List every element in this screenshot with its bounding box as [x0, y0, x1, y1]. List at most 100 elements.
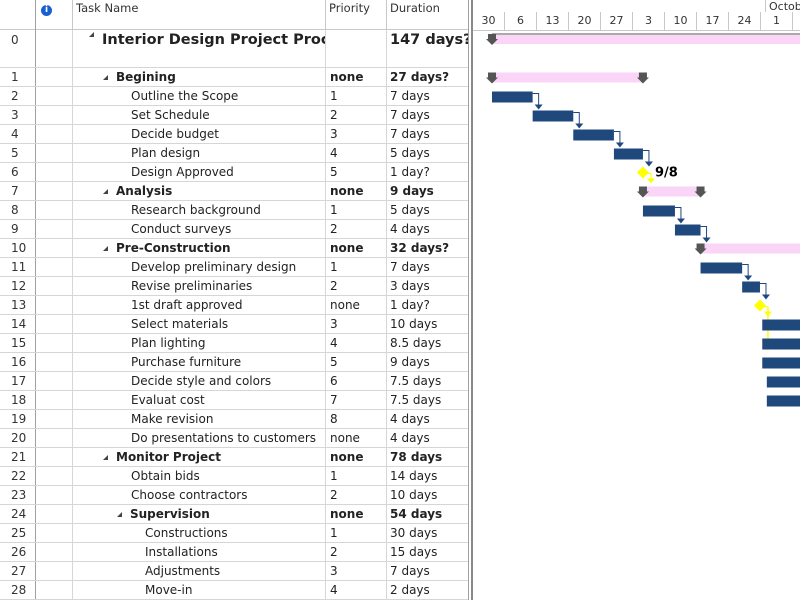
- task-name[interactable]: Decide budget: [73, 125, 326, 143]
- task-name[interactable]: Interior Design Project Process: [73, 30, 326, 67]
- task-name[interactable]: Decide style and colors: [73, 372, 326, 390]
- task-duration[interactable]: 1 day?: [387, 296, 468, 314]
- task-name[interactable]: Analysis: [73, 182, 326, 200]
- task-priority[interactable]: [326, 30, 387, 67]
- task-duration[interactable]: 8.5 days: [387, 334, 468, 352]
- task-priority[interactable]: none: [326, 68, 387, 86]
- task-priority[interactable]: none: [326, 296, 387, 314]
- task-row[interactable]: 11 Develop preliminary design 1 7 days: [0, 258, 468, 277]
- task-name[interactable]: Plan design: [73, 144, 326, 162]
- task-duration[interactable]: 9 days: [387, 182, 468, 200]
- task-priority[interactable]: 4: [326, 334, 387, 352]
- task-row[interactable]: 4 Decide budget 3 7 days: [0, 125, 468, 144]
- task-priority[interactable]: none: [326, 429, 387, 447]
- task-priority[interactable]: 1: [326, 87, 387, 105]
- task-row[interactable]: 7 Analysis none 9 days: [0, 182, 468, 201]
- task-duration[interactable]: 2 days: [387, 581, 468, 599]
- task-row[interactable]: 8 Research background 1 5 days: [0, 201, 468, 220]
- task-row[interactable]: 13 1st draft approved none 1 day?: [0, 296, 468, 315]
- task-priority[interactable]: 3: [326, 315, 387, 333]
- task-row[interactable]: 12 Revise preliminaries 2 3 days: [0, 277, 468, 296]
- task-name[interactable]: 1st draft approved: [73, 296, 326, 314]
- task-priority[interactable]: 4: [326, 144, 387, 162]
- task-duration[interactable]: 1 day?: [387, 163, 468, 181]
- task-row[interactable]: 16 Purchase furniture 5 9 days: [0, 353, 468, 372]
- task-priority[interactable]: none: [326, 182, 387, 200]
- task-priority[interactable]: 2: [326, 220, 387, 238]
- task-row[interactable]: 28 Move-in 4 2 days: [0, 581, 468, 600]
- task-duration[interactable]: 7 days: [387, 106, 468, 124]
- header-id[interactable]: [0, 0, 36, 30]
- task-duration[interactable]: 4 days: [387, 220, 468, 238]
- task-duration[interactable]: 15 days: [387, 543, 468, 561]
- task-name[interactable]: Plan lighting: [73, 334, 326, 352]
- collapse-icon[interactable]: [117, 511, 122, 517]
- task-priority[interactable]: 5: [326, 163, 387, 181]
- collapse-icon[interactable]: [89, 32, 94, 37]
- header-duration[interactable]: Duration: [387, 0, 468, 30]
- task-duration[interactable]: 10 days: [387, 315, 468, 333]
- task-duration[interactable]: 27 days?: [387, 68, 468, 86]
- task-name[interactable]: Begining: [73, 68, 326, 86]
- task-duration[interactable]: 7 days: [387, 87, 468, 105]
- task-duration[interactable]: 7.5 days: [387, 372, 468, 390]
- task-duration[interactable]: 7 days: [387, 562, 468, 580]
- task-priority[interactable]: 1: [326, 201, 387, 219]
- task-row[interactable]: 27 Adjustments 3 7 days: [0, 562, 468, 581]
- collapse-icon[interactable]: [103, 188, 108, 194]
- task-duration[interactable]: 32 days?: [387, 239, 468, 257]
- task-row[interactable]: 14 Select materials 3 10 days: [0, 315, 468, 334]
- task-row[interactable]: 20 Do presentations to customers none 4 day…: [0, 429, 468, 448]
- task-priority[interactable]: 6: [326, 372, 387, 390]
- task-name[interactable]: Develop preliminary design: [73, 258, 326, 276]
- task-row[interactable]: 5 Plan design 4 5 days: [0, 144, 468, 163]
- collapse-icon[interactable]: [103, 74, 108, 80]
- task-name[interactable]: Supervision: [73, 505, 326, 523]
- task-name[interactable]: Move-in: [73, 581, 326, 599]
- task-priority[interactable]: 3: [326, 125, 387, 143]
- task-name[interactable]: Do presentations to customers: [73, 429, 326, 447]
- task-priority[interactable]: none: [326, 239, 387, 257]
- task-name[interactable]: Choose contractors: [73, 486, 326, 504]
- task-duration[interactable]: 5 days: [387, 144, 468, 162]
- task-row[interactable]: 9 Conduct surveys 2 4 days: [0, 220, 468, 239]
- task-name[interactable]: Monitor Project: [73, 448, 326, 466]
- task-duration[interactable]: 7.5 days: [387, 391, 468, 409]
- task-name[interactable]: Adjustments: [73, 562, 326, 580]
- task-row[interactable]: 23 Choose contractors 2 10 days: [0, 486, 468, 505]
- task-row[interactable]: 24 Supervision none 54 days: [0, 505, 468, 524]
- collapse-icon[interactable]: [103, 245, 108, 251]
- task-row[interactable]: 15 Plan lighting 4 8.5 days: [0, 334, 468, 353]
- header-priority[interactable]: Priority: [326, 0, 387, 30]
- task-duration[interactable]: 7 days: [387, 258, 468, 276]
- task-priority[interactable]: 4: [326, 581, 387, 599]
- header-indicators[interactable]: i: [36, 0, 73, 30]
- task-row[interactable]: 2 Outline the Scope 1 7 days: [0, 87, 468, 106]
- task-duration[interactable]: 30 days: [387, 524, 468, 542]
- task-name[interactable]: Installations: [73, 543, 326, 561]
- task-row[interactable]: 21 Monitor Project none 78 days: [0, 448, 468, 467]
- task-duration[interactable]: 14 days: [387, 467, 468, 485]
- task-priority[interactable]: 3: [326, 562, 387, 580]
- task-name[interactable]: Evaluat cost: [73, 391, 326, 409]
- task-priority[interactable]: 1: [326, 258, 387, 276]
- task-priority[interactable]: 1: [326, 467, 387, 485]
- collapse-icon[interactable]: [103, 454, 108, 460]
- task-row[interactable]: 6 Design Approved 5 1 day?: [0, 163, 468, 182]
- task-duration[interactable]: 7 days: [387, 125, 468, 143]
- task-name[interactable]: Constructions: [73, 524, 326, 542]
- task-name[interactable]: Research background: [73, 201, 326, 219]
- task-row[interactable]: 25 Constructions 1 30 days: [0, 524, 468, 543]
- task-row[interactable]: 17 Decide style and colors 6 7.5 days: [0, 372, 468, 391]
- task-priority[interactable]: 1: [326, 524, 387, 542]
- task-duration[interactable]: 3 days: [387, 277, 468, 295]
- task-priority[interactable]: 5: [326, 353, 387, 371]
- task-row[interactable]: 26 Installations 2 15 days: [0, 543, 468, 562]
- task-name[interactable]: Purchase furniture: [73, 353, 326, 371]
- task-duration[interactable]: 5 days: [387, 201, 468, 219]
- task-row[interactable]: 19 Make revision 8 4 days: [0, 410, 468, 429]
- task-duration[interactable]: 78 days: [387, 448, 468, 466]
- task-duration[interactable]: 147 days?: [387, 30, 468, 67]
- task-name[interactable]: Select materials: [73, 315, 326, 333]
- task-priority[interactable]: 2: [326, 543, 387, 561]
